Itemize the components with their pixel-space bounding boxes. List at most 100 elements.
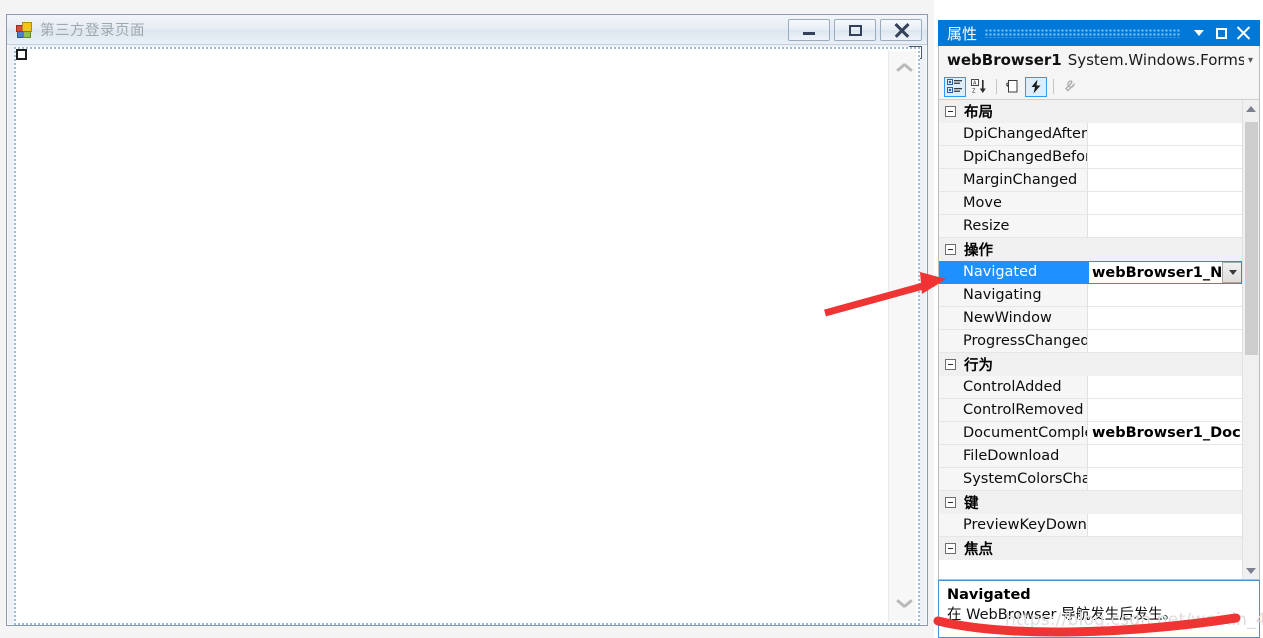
property-name-cell[interactable]: Resize (939, 215, 1088, 238)
value-dropdown-button[interactable] (1222, 262, 1241, 283)
property-row[interactable]: Navigating (939, 284, 1242, 307)
webbrowser1-control[interactable] (14, 47, 920, 625)
property-value-cell[interactable] (1088, 376, 1242, 399)
property-value-cell[interactable]: webBrowser1_N (1088, 261, 1242, 284)
property-row[interactable]: NewWindow (939, 307, 1242, 330)
property-name-cell[interactable]: ProgressChanged (939, 330, 1088, 353)
description-title: Navigated (947, 587, 1031, 603)
property-row[interactable]: MarginChanged (939, 169, 1242, 192)
property-value-cell[interactable] (1088, 307, 1242, 330)
property-category-header[interactable]: 键 (939, 491, 1242, 514)
scrollbar-thumb[interactable] (1245, 122, 1258, 355)
property-name-cell[interactable]: SystemColorsCha (939, 468, 1088, 491)
property-value-cell[interactable] (1088, 330, 1242, 353)
chevron-down-icon[interactable]: ▾ (1244, 55, 1257, 66)
property-value-text: webBrowser1_N (1092, 264, 1223, 281)
property-row[interactable]: FileDownload (939, 445, 1242, 468)
form-maximize-button[interactable] (834, 19, 876, 41)
scroll-down-button[interactable] (889, 591, 917, 617)
toolwindow-restore-button[interactable] (1210, 22, 1232, 44)
property-value-cell[interactable] (1088, 146, 1242, 169)
property-row[interactable]: DocumentComplе webBrowser1_Doc (939, 422, 1242, 445)
collapse-toggle-icon[interactable] (945, 106, 956, 117)
svg-text:Z: Z (972, 89, 976, 95)
collapse-toggle-icon[interactable] (945, 543, 956, 554)
wrench-icon (1065, 80, 1076, 92)
property-name-cell[interactable]: Navigating (939, 284, 1088, 307)
alphabetical-view-button[interactable]: A Z (968, 77, 990, 97)
property-grid-scrollbar[interactable] (1242, 100, 1259, 579)
property-name-cell[interactable]: NewWindow (939, 307, 1088, 330)
property-name-cell[interactable]: DpiChangedAfter (939, 123, 1088, 146)
property-pages-button[interactable] (1058, 77, 1080, 97)
category-label: 操作 (964, 243, 993, 259)
selected-object-type: System.Windows.Forms.\ (1067, 51, 1244, 69)
properties-page-icon (1006, 80, 1018, 93)
property-name-cell[interactable]: PreviewKeyDown (939, 514, 1088, 537)
scroll-up-button[interactable] (889, 55, 917, 81)
properties-title: 属性 (947, 24, 978, 43)
property-value-cell[interactable]: webBrowser1_Doc (1088, 422, 1242, 445)
property-name-cell[interactable]: ControlRemoved (939, 399, 1088, 422)
property-row[interactable]: ControlAdded (939, 376, 1242, 399)
property-row-selected[interactable]: Navigated webBrowser1_N (939, 261, 1242, 284)
property-row[interactable]: Resize (939, 215, 1242, 238)
categorized-icon (947, 79, 962, 93)
property-value-cell[interactable] (1088, 215, 1242, 238)
property-row[interactable]: ProgressChanged (939, 330, 1242, 353)
collapse-toggle-icon[interactable] (945, 244, 956, 255)
toolwindow-close-button[interactable] (1232, 22, 1254, 44)
form-close-button[interactable] (880, 19, 922, 41)
collapse-toggle-icon[interactable] (945, 497, 956, 508)
property-value-text: webBrowser1_Doc (1092, 425, 1241, 441)
property-name-cell[interactable]: FileDownload (939, 445, 1088, 468)
watermark-text: https://blog.csdn.net/weixin_40993660 (1005, 610, 1263, 630)
webbrowser-vertical-scrollbar[interactable] (888, 51, 916, 621)
object-selector-combobox[interactable]: webBrowser1 System.Windows.Forms.\ ▾ (938, 46, 1260, 74)
property-name-cell[interactable]: DocumentComplе (939, 422, 1088, 445)
properties-view-button[interactable] (1001, 77, 1023, 97)
property-name-cell[interactable]: MarginChanged (939, 169, 1088, 192)
property-category-header[interactable]: 焦点 (939, 537, 1242, 560)
property-name-cell[interactable]: Navigated (939, 261, 1088, 284)
form-caption-buttons (788, 19, 922, 41)
property-value-cell[interactable] (1088, 514, 1242, 537)
selection-resize-handle[interactable] (16, 49, 27, 60)
property-value-cell[interactable] (1088, 123, 1242, 146)
properties-titlebar: 属性 (938, 20, 1260, 46)
property-category-header[interactable]: 行为 (939, 353, 1242, 376)
property-value-cell[interactable] (1088, 284, 1242, 307)
grid-scroll-down-button[interactable] (1243, 562, 1259, 579)
form-title: 第三方登录页面 (40, 23, 145, 39)
property-row[interactable]: Move (939, 192, 1242, 215)
grid-scroll-up-button[interactable] (1243, 100, 1259, 117)
properties-tool-window: 属性 webBrowser1 System.Windows.Forms.\ ▾ (938, 20, 1260, 638)
events-view-button[interactable] (1025, 76, 1047, 97)
form-minimize-button[interactable] (788, 19, 830, 41)
property-category-header[interactable]: 布局 (939, 100, 1242, 123)
triangle-down-icon (1246, 567, 1256, 574)
property-row[interactable]: DpiChangedBefor (939, 146, 1242, 169)
property-name-cell[interactable]: DpiChangedBefor (939, 146, 1088, 169)
property-name-cell[interactable]: ControlAdded (939, 376, 1088, 399)
property-value-cell[interactable] (1088, 468, 1242, 491)
categorized-view-button[interactable] (944, 76, 966, 97)
property-name-cell[interactable]: Move (939, 192, 1088, 215)
titlebar-drag-handle[interactable] (985, 28, 1180, 38)
property-category-header[interactable]: 操作 (939, 238, 1242, 261)
property-row[interactable]: PreviewKeyDown (939, 514, 1242, 537)
property-row[interactable]: SystemColorsCha (939, 468, 1242, 491)
triangle-up-icon (1246, 105, 1256, 112)
lightning-events-icon (1031, 79, 1041, 94)
property-value-cell[interactable] (1088, 169, 1242, 192)
property-row[interactable]: DpiChangedAfter (939, 123, 1242, 146)
collapse-toggle-icon[interactable] (945, 359, 956, 370)
property-grid[interactable]: 布局 DpiChangedAfter DpiChangedBefor MarginCh… (938, 100, 1260, 580)
toolwindow-dropdown-button[interactable] (1188, 22, 1210, 44)
property-value-cell[interactable] (1088, 445, 1242, 468)
property-value-cell[interactable] (1088, 399, 1242, 422)
property-value-cell[interactable] (1088, 192, 1242, 215)
close-icon (1236, 26, 1251, 40)
properties-toolbar: A Z (938, 74, 1260, 100)
property-row[interactable]: ControlRemoved (939, 399, 1242, 422)
